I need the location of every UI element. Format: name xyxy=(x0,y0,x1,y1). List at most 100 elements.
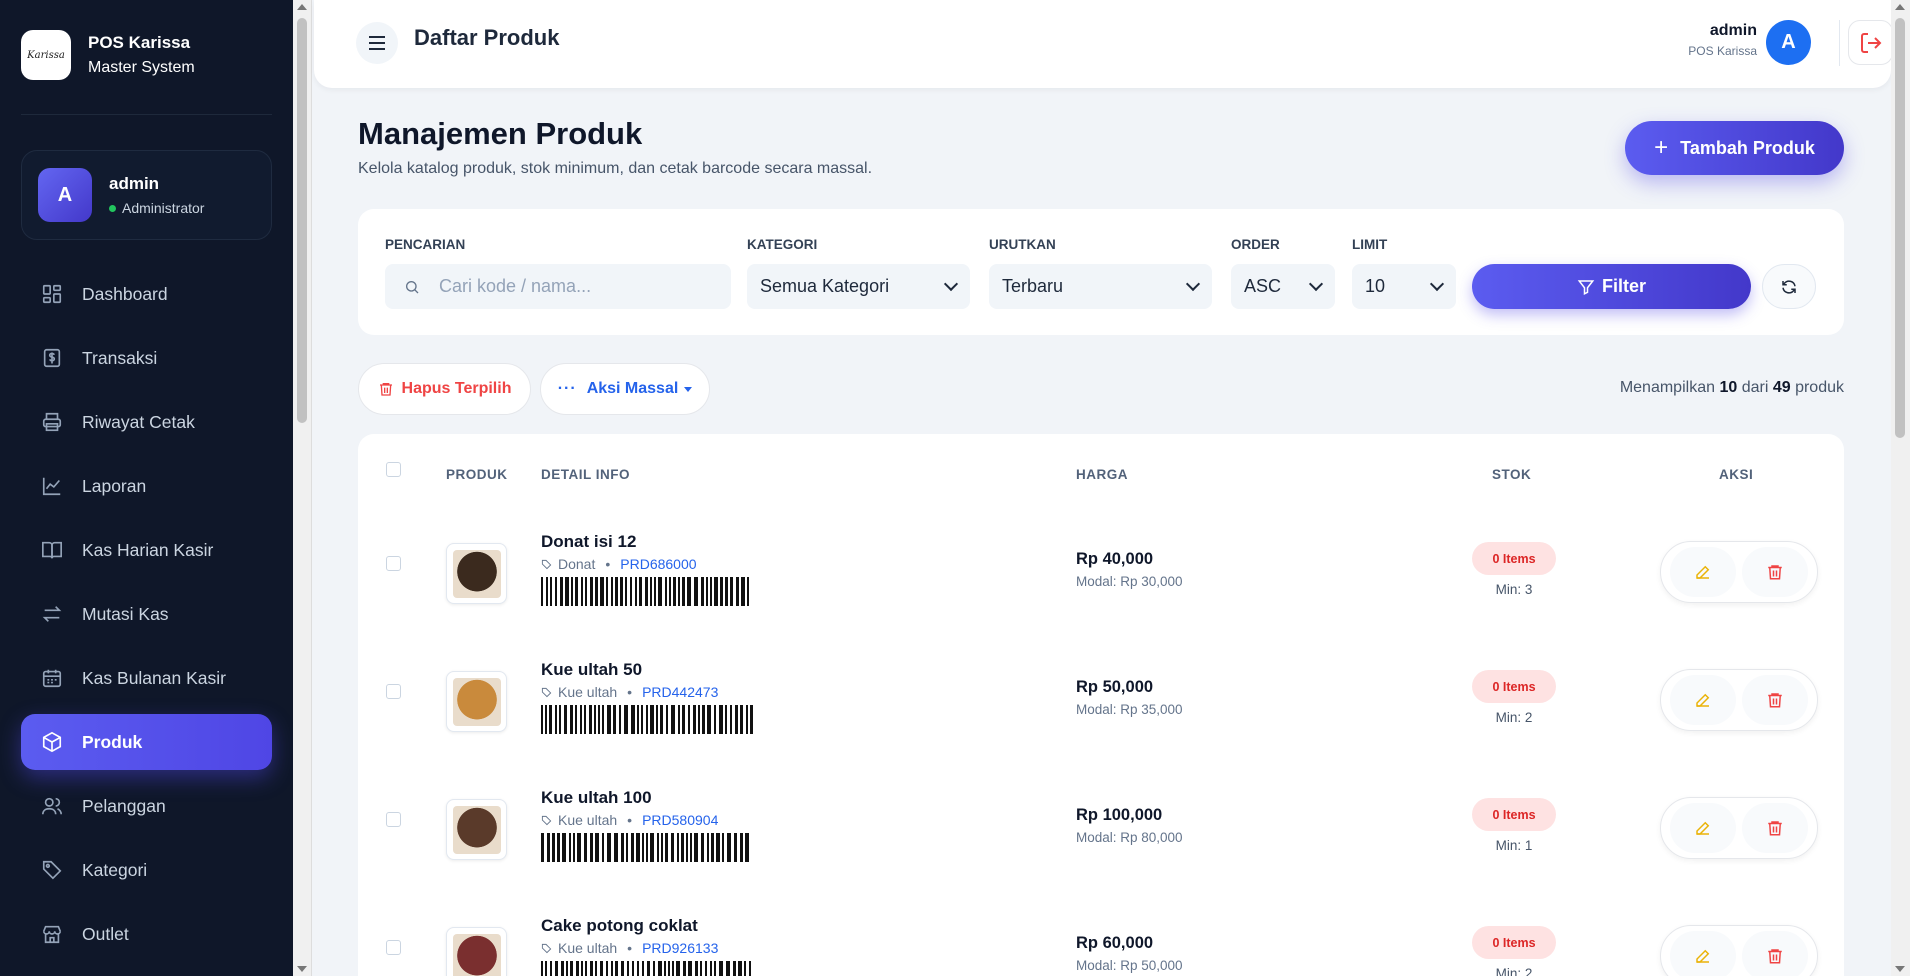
product-price: Rp 50,000 xyxy=(1076,678,1154,696)
product-category: Kue ultah xyxy=(558,812,618,828)
edit-button[interactable] xyxy=(1670,931,1736,976)
product-image[interactable] xyxy=(446,799,507,860)
user-role-label: Administrator xyxy=(122,200,205,216)
sidebar-item-mutasi-kas[interactable]: Mutasi Kas xyxy=(21,586,272,642)
delete-button[interactable] xyxy=(1742,803,1808,853)
sidebar-item-kas-bulanan-kasir[interactable]: Kas Bulanan Kasir xyxy=(21,650,272,706)
tag-icon xyxy=(541,943,552,953)
sidebar-item-transaksi[interactable]: Transaksi xyxy=(21,330,272,386)
row-checkbox[interactable] xyxy=(386,940,401,955)
edit-button[interactable] xyxy=(1670,675,1736,725)
sidebar-item-kas-harian-kasir[interactable]: Kas Harian Kasir xyxy=(21,522,272,578)
row-actions xyxy=(1660,797,1818,859)
sidebar-item-label: Kas Bulanan Kasir xyxy=(82,667,226,688)
limit-label: LIMIT xyxy=(1352,237,1388,252)
header-avatar[interactable]: A xyxy=(1766,20,1811,65)
row-checkbox[interactable] xyxy=(386,684,401,699)
product-category: Kue ultah xyxy=(558,684,618,700)
meta-separator: • xyxy=(605,556,611,572)
sidebar-divider xyxy=(21,114,272,115)
col-header-action: AKSI xyxy=(1719,467,1754,482)
search-input[interactable]: Cari kode / nama... xyxy=(385,264,731,309)
sidebar-item-label: Dashboard xyxy=(82,283,168,304)
sidebar-scrollbar[interactable] xyxy=(293,0,312,976)
chevron-down-icon xyxy=(943,276,959,292)
product-code: PRD926133 xyxy=(642,940,719,956)
brand-logo: Karissa xyxy=(21,30,71,80)
plus-icon: + xyxy=(1654,134,1669,161)
avatar: A xyxy=(38,168,92,222)
brand[interactable]: Karissa POS Karissa Master System xyxy=(21,30,195,80)
select-all-checkbox[interactable] xyxy=(386,462,401,477)
edit-button[interactable] xyxy=(1670,803,1736,853)
category-select[interactable]: Semua Kategori xyxy=(747,264,970,309)
chart-line-icon xyxy=(42,477,61,496)
logout-button[interactable] xyxy=(1848,20,1893,65)
menu-toggle-button[interactable] xyxy=(356,22,398,64)
calendar-icon xyxy=(42,669,62,688)
delete-button[interactable] xyxy=(1742,931,1808,976)
product-photo xyxy=(452,933,501,976)
sidebar-item-pelanggan[interactable]: Pelanggan xyxy=(21,778,272,834)
sidebar-item-dashboard[interactable]: Dashboard xyxy=(21,266,272,322)
sidebar-item-label: Kas Harian Kasir xyxy=(82,539,214,560)
sidebar-item-kategori[interactable]: Kategori xyxy=(21,842,272,898)
table-row: Kue ultah 50 Kue ultah • PRD442473 Rp 50,0… xyxy=(358,632,1844,760)
trash-icon xyxy=(1768,693,1782,708)
bulk-actions-button[interactable]: ··· Aksi Massal xyxy=(540,363,710,415)
delete-button[interactable] xyxy=(1742,675,1808,725)
page-subtitle: Kelola katalog produk, stok minimum, dan… xyxy=(358,160,873,177)
scroll-up-icon[interactable] xyxy=(1895,4,1905,10)
order-label: ORDER xyxy=(1231,237,1280,252)
sidebar-item-outlet[interactable]: Outlet xyxy=(21,906,272,962)
sidebar-item-riwayat-cetak[interactable]: Riwayat Cetak xyxy=(21,394,272,450)
stock-min: Min: 1 xyxy=(1495,838,1533,853)
limit-select[interactable]: 10 xyxy=(1352,264,1456,309)
filter-button[interactable]: Filter xyxy=(1472,264,1751,309)
count-prefix: Menampilkan xyxy=(1619,379,1715,396)
more-icon: ··· xyxy=(557,380,577,397)
row-checkbox[interactable] xyxy=(386,812,401,827)
scroll-up-icon[interactable] xyxy=(297,4,307,10)
online-dot-icon xyxy=(109,204,116,212)
count-shown: 10 xyxy=(1719,379,1738,396)
trash-icon xyxy=(1768,821,1782,836)
scroll-down-icon[interactable] xyxy=(297,966,307,972)
add-product-button[interactable]: + Tambah Produk xyxy=(1625,121,1844,175)
product-image[interactable] xyxy=(446,671,507,732)
delete-button[interactable] xyxy=(1742,547,1808,597)
scrollbar-thumb[interactable] xyxy=(1895,18,1905,438)
header-user-name: admin xyxy=(1709,22,1757,39)
product-photo xyxy=(452,805,501,854)
row-checkbox[interactable] xyxy=(386,556,401,571)
sidebar: Karissa POS Karissa Master System A admi… xyxy=(0,0,293,976)
funnel-icon xyxy=(1577,279,1595,295)
sidebar-item-laporan[interactable]: Laporan xyxy=(21,458,272,514)
stock-badge: 0 Items xyxy=(1472,798,1556,831)
product-category: Kue ultah xyxy=(558,940,618,956)
count-suffix: produk xyxy=(1795,379,1844,396)
trash-icon xyxy=(1768,949,1782,964)
scroll-down-icon[interactable] xyxy=(1895,966,1905,972)
scrollbar-thumb[interactable] xyxy=(297,18,307,423)
user-name: admin xyxy=(109,174,160,193)
product-image[interactable] xyxy=(446,543,507,604)
sidebar-item-produk[interactable]: Produk xyxy=(21,714,272,770)
refresh-button[interactable] xyxy=(1762,264,1816,309)
search-placeholder: Cari kode / nama... xyxy=(439,276,592,296)
store-icon xyxy=(42,925,62,944)
row-actions xyxy=(1660,925,1818,976)
edit-button[interactable] xyxy=(1670,547,1736,597)
product-image[interactable] xyxy=(446,927,507,976)
order-select[interactable]: ASC xyxy=(1231,264,1335,309)
product-photo xyxy=(452,549,501,598)
box-icon xyxy=(42,731,62,753)
count-mid: dari xyxy=(1741,379,1769,396)
delete-selected-button[interactable]: Hapus Terpilih xyxy=(358,363,531,415)
col-header-price: HARGA xyxy=(1076,467,1128,482)
sidebar-item-label: Riwayat Cetak xyxy=(82,411,195,432)
page-scrollbar[interactable] xyxy=(1891,0,1910,976)
user-card[interactable]: A admin Administrator xyxy=(21,150,272,240)
sort-select[interactable]: Terbaru xyxy=(989,264,1212,309)
product-name: Kue ultah 100 xyxy=(541,788,652,807)
